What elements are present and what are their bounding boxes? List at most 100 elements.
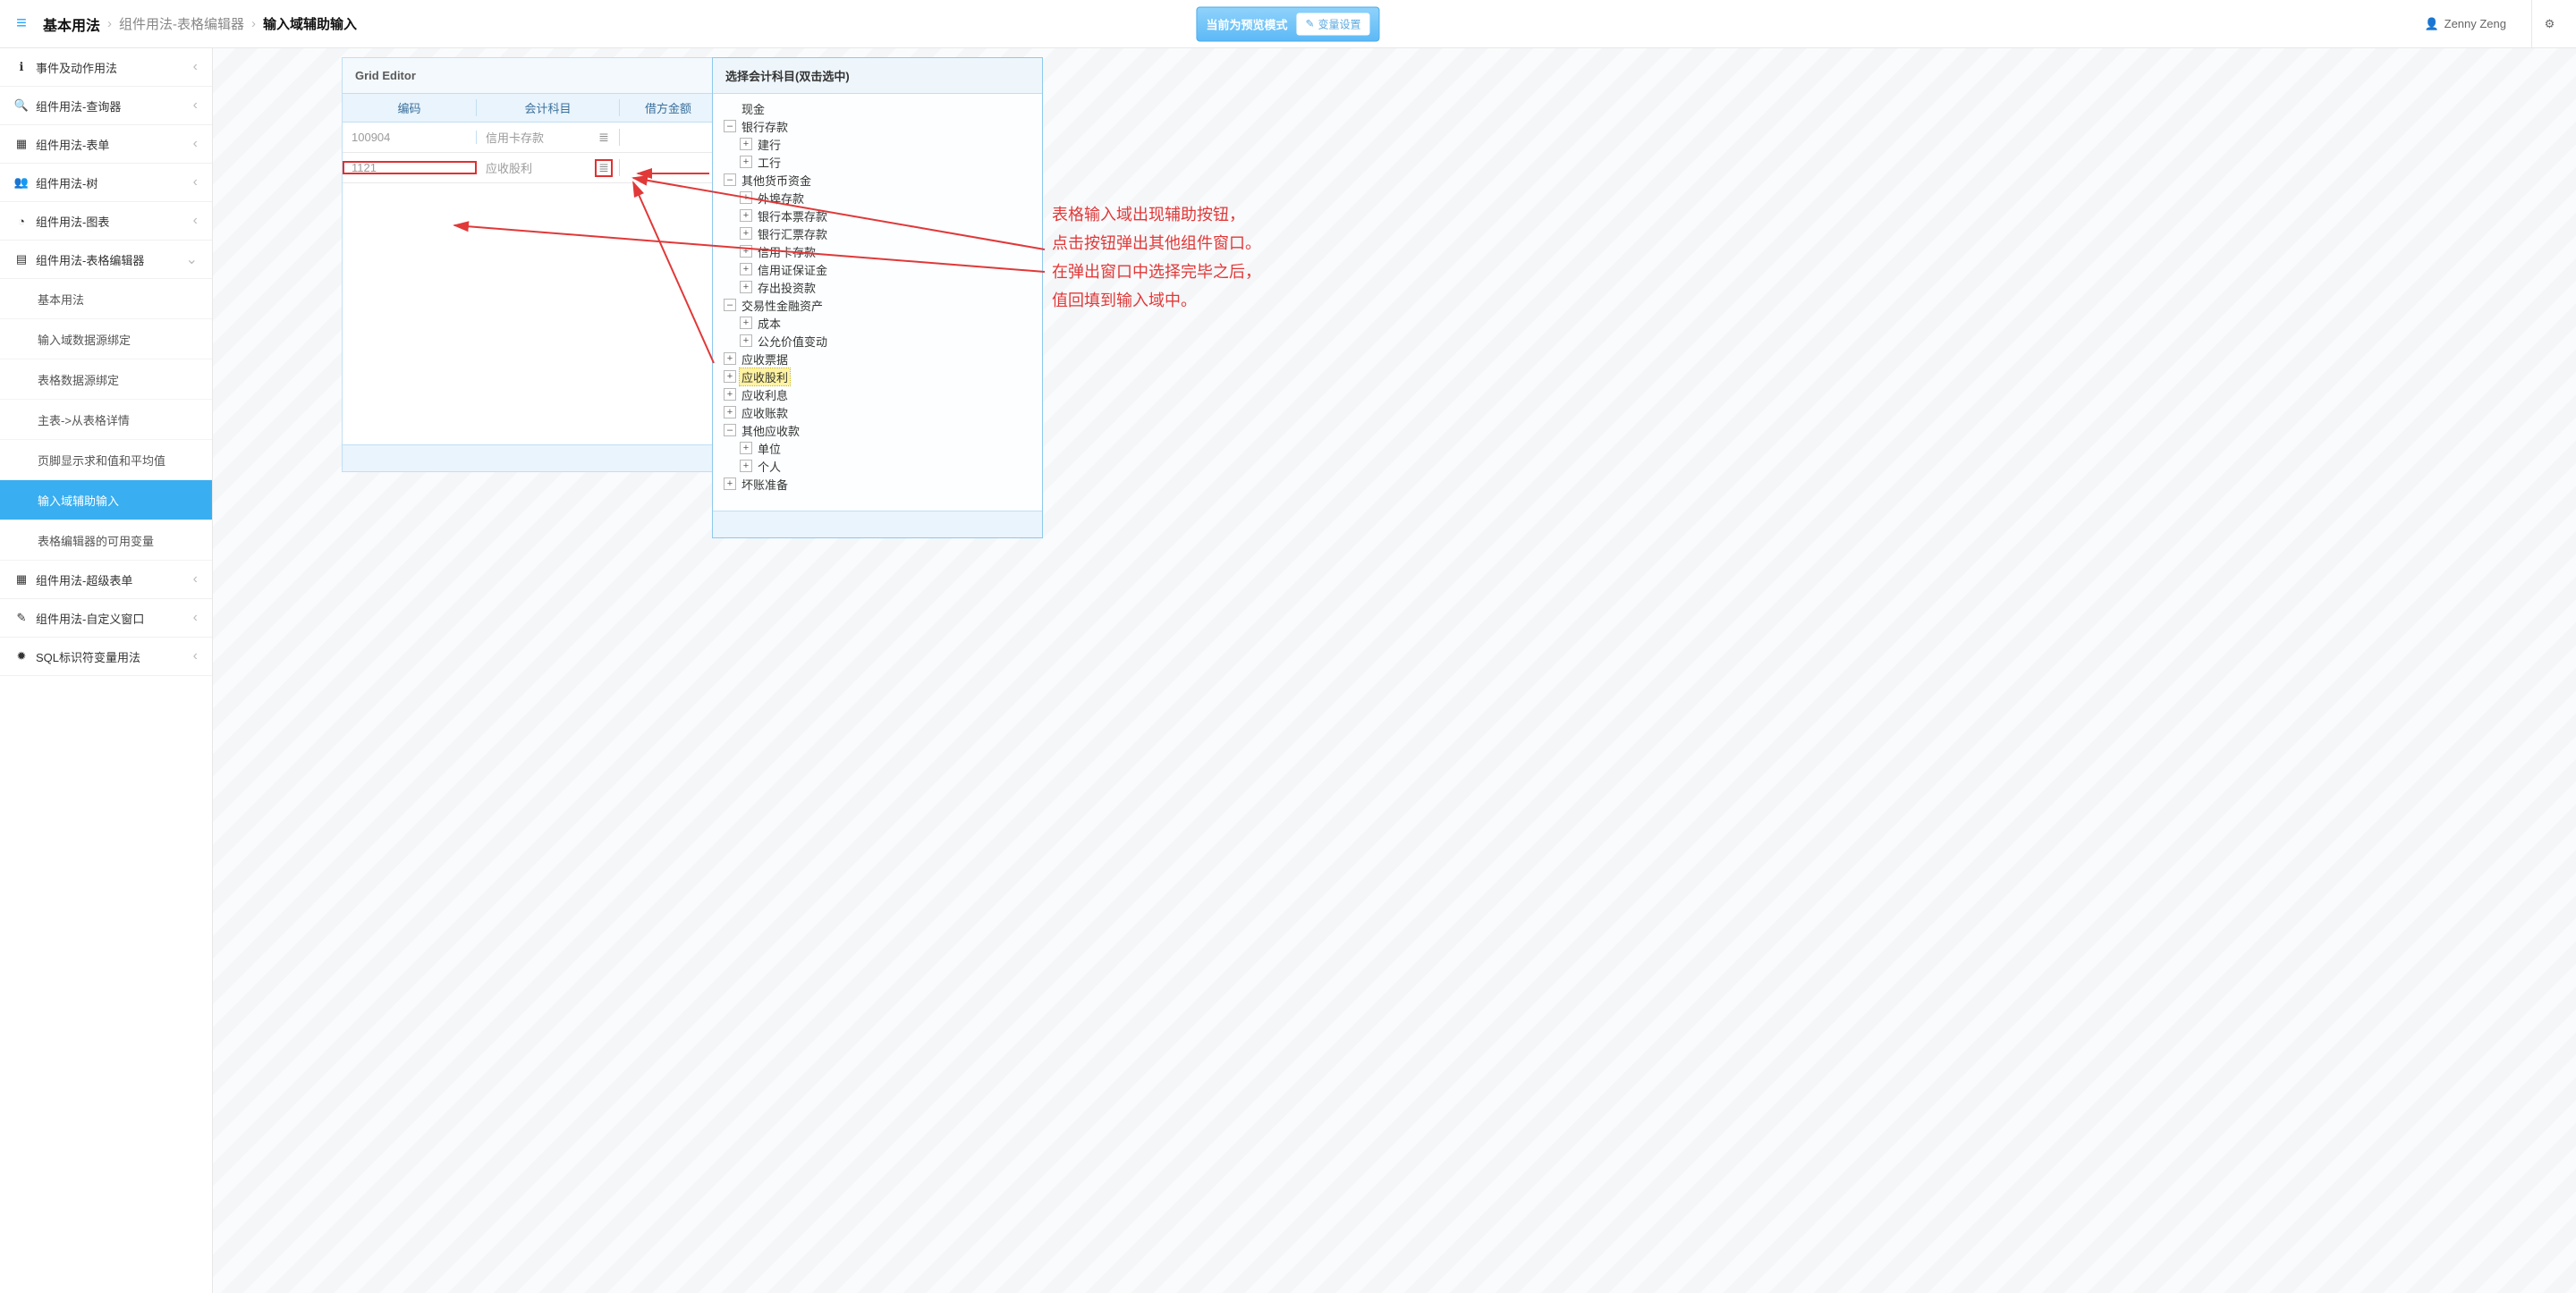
sidebar-group-7[interactable]: ✎组件用法-自定义窗口‹ xyxy=(0,599,212,638)
tree-node-label[interactable]: 信用卡存款 xyxy=(756,243,818,260)
tree-node[interactable]: + 外埠存款 xyxy=(716,189,1038,207)
tree-toggle-icon[interactable]: + xyxy=(740,245,752,258)
tree-toggle-icon[interactable]: + xyxy=(740,191,752,204)
tree-node-label[interactable]: 应收账款 xyxy=(740,404,790,421)
sidebar-item-5-5[interactable]: 输入域辅助输入 xyxy=(0,480,212,520)
tree-node-label[interactable]: 其他应收款 xyxy=(740,422,801,439)
tree-toggle-icon[interactable]: + xyxy=(740,263,752,275)
subject-tree[interactable]: 现金–银行存款+建行+工行–其他货币资金+外埠存款+银行本票存款+银行汇票存款+… xyxy=(713,94,1042,511)
tree-toggle-icon[interactable]: + xyxy=(724,370,736,383)
tree-node[interactable]: + 应收票据 xyxy=(716,350,1038,368)
tree-node[interactable]: 现金 xyxy=(716,99,1038,117)
tree-node-label[interactable]: 信用证保证金 xyxy=(756,261,829,278)
breadcrumb-item-1[interactable]: 组件用法-表格编辑器 xyxy=(119,14,244,33)
tree-toggle-icon[interactable]: – xyxy=(724,424,736,436)
tree-node-label[interactable]: 建行 xyxy=(756,136,783,153)
tree-node[interactable]: + 银行本票存款 xyxy=(716,207,1038,224)
tree-node-label[interactable]: 工行 xyxy=(756,154,783,171)
tree-toggle-icon[interactable]: + xyxy=(740,281,752,293)
grid-cell-subject[interactable]: 应收股利≣ xyxy=(477,159,620,176)
tree-node-label[interactable]: 个人 xyxy=(756,458,783,475)
tree-node[interactable]: –其他货币资金 xyxy=(716,171,1038,189)
sidebar-group-8[interactable]: ✹SQL标识符变量用法‹ xyxy=(0,638,212,676)
sidebar-item-5-1[interactable]: 输入域数据源绑定 xyxy=(0,319,212,359)
tree-toggle-icon[interactable]: – xyxy=(724,120,736,132)
tree-node[interactable]: + 银行汇票存款 xyxy=(716,224,1038,242)
tree-node[interactable]: –银行存款 xyxy=(716,117,1038,135)
tree-node-label[interactable]: 成本 xyxy=(756,315,783,332)
grid-footer xyxy=(343,444,716,471)
sidebar-group-4[interactable]: ◔组件用法-图表‹ xyxy=(0,202,212,241)
tree-node[interactable]: –交易性金融资产 xyxy=(716,296,1038,314)
tree-node-label[interactable]: 应收利息 xyxy=(740,386,790,403)
tree-node-label[interactable]: 应收票据 xyxy=(740,351,790,368)
tree-node-label[interactable]: 单位 xyxy=(756,440,783,457)
menu-toggle-icon[interactable]: ≡ xyxy=(9,12,34,37)
grid-row[interactable]: 100904信用卡存款≣ xyxy=(343,123,716,153)
sidebar-item-5-3[interactable]: 主表->从表格详情 xyxy=(0,400,212,440)
tree-node[interactable]: –其他应收款 xyxy=(716,421,1038,439)
db-icon: ✹ xyxy=(14,649,29,663)
tree-node[interactable]: + 工行 xyxy=(716,153,1038,171)
sidebar-group-1[interactable]: 🔍组件用法-查询器‹ xyxy=(0,87,212,125)
sidebar-group-0[interactable]: ℹ事件及动作用法‹ xyxy=(0,48,212,87)
tree-toggle-icon[interactable]: + xyxy=(740,460,752,472)
tree-node-label[interactable]: 银行汇票存款 xyxy=(756,225,829,242)
chevron-left-icon: ‹ xyxy=(193,648,198,664)
tree-toggle-icon[interactable]: + xyxy=(724,352,736,365)
settings-button[interactable]: ⚙ xyxy=(2531,0,2567,48)
grid-cell-code[interactable]: 1121 xyxy=(343,161,477,174)
tree-node-label[interactable]: 公允价值变动 xyxy=(756,333,829,350)
tree-toggle-icon[interactable]: + xyxy=(740,227,752,240)
tree-toggle-icon[interactable]: + xyxy=(740,442,752,454)
sidebar-item-5-2[interactable]: 表格数据源绑定 xyxy=(0,359,212,400)
tree-node[interactable]: + 应收股利 xyxy=(716,368,1038,385)
tree-node[interactable]: + 坏账准备 xyxy=(716,475,1038,493)
grid-cell-subject[interactable]: 信用卡存款≣ xyxy=(477,129,620,146)
breadcrumb-root[interactable]: 基本用法 xyxy=(43,13,100,35)
tree-node[interactable]: + 建行 xyxy=(716,135,1038,153)
sidebar-item-5-4[interactable]: 页脚显示求和值和平均值 xyxy=(0,440,212,480)
tree-node[interactable]: + 应收利息 xyxy=(716,385,1038,403)
sidebar-group-3[interactable]: 👥组件用法-树‹ xyxy=(0,164,212,202)
tree-toggle-icon[interactable]: + xyxy=(724,388,736,401)
tree-node-label[interactable]: 银行本票存款 xyxy=(756,207,829,224)
tree-node[interactable]: + 单位 xyxy=(716,439,1038,457)
tree-toggle-icon[interactable]: + xyxy=(740,317,752,329)
sidebar-item-5-6[interactable]: 表格编辑器的可用变量 xyxy=(0,520,212,561)
sidebar-group-2[interactable]: ▦组件用法-表单‹ xyxy=(0,125,212,164)
subject-helper-button[interactable]: ≣ xyxy=(596,130,612,146)
tree-node[interactable]: + 公允价值变动 xyxy=(716,332,1038,350)
tree-node-label[interactable]: 坏账准备 xyxy=(740,476,790,493)
tree-node-label[interactable]: 银行存款 xyxy=(740,118,790,135)
sidebar-group-6[interactable]: ▦组件用法-超级表单‹ xyxy=(0,561,212,599)
tree-toggle-icon[interactable]: – xyxy=(724,173,736,186)
tree-node-label[interactable]: 应收股利 xyxy=(740,368,790,385)
tree-node-label[interactable]: 其他货币资金 xyxy=(740,172,813,189)
tree-toggle-icon[interactable]: + xyxy=(740,209,752,222)
grid-cell-code[interactable]: 100904 xyxy=(343,131,477,144)
variable-settings-button[interactable]: ✎ 变量设置 xyxy=(1296,13,1369,35)
tree-toggle-icon[interactable]: + xyxy=(740,156,752,168)
tree-node[interactable]: + 信用卡存款 xyxy=(716,242,1038,260)
tree-node-label[interactable]: 外埠存款 xyxy=(756,190,806,207)
tree-toggle-icon[interactable]: – xyxy=(724,299,736,311)
user-menu[interactable]: 👤 Zenny Zeng xyxy=(2424,17,2506,31)
sidebar-group-label: 事件及动作用法 xyxy=(36,59,117,76)
grid-row[interactable]: 1121应收股利≣ xyxy=(343,153,716,183)
tree-node[interactable]: + 应收账款 xyxy=(716,403,1038,421)
tree-toggle-icon[interactable]: + xyxy=(740,334,752,347)
tree-node-label[interactable]: 交易性金融资产 xyxy=(740,297,825,314)
tree-node-label[interactable]: 现金 xyxy=(740,100,767,117)
sidebar-group-5[interactable]: ▤组件用法-表格编辑器⌄ xyxy=(0,241,212,279)
tree-node-label[interactable]: 存出投资款 xyxy=(756,279,818,296)
tree-node[interactable]: + 存出投资款 xyxy=(716,278,1038,296)
sidebar-item-5-0[interactable]: 基本用法 xyxy=(0,279,212,319)
tree-toggle-icon[interactable]: + xyxy=(740,138,752,150)
tree-node[interactable]: + 信用证保证金 xyxy=(716,260,1038,278)
subject-helper-button[interactable]: ≣ xyxy=(596,160,612,176)
tree-node[interactable]: + 成本 xyxy=(716,314,1038,332)
tree-toggle-icon[interactable]: + xyxy=(724,477,736,490)
tree-toggle-icon[interactable]: + xyxy=(724,406,736,418)
tree-node[interactable]: + 个人 xyxy=(716,457,1038,475)
